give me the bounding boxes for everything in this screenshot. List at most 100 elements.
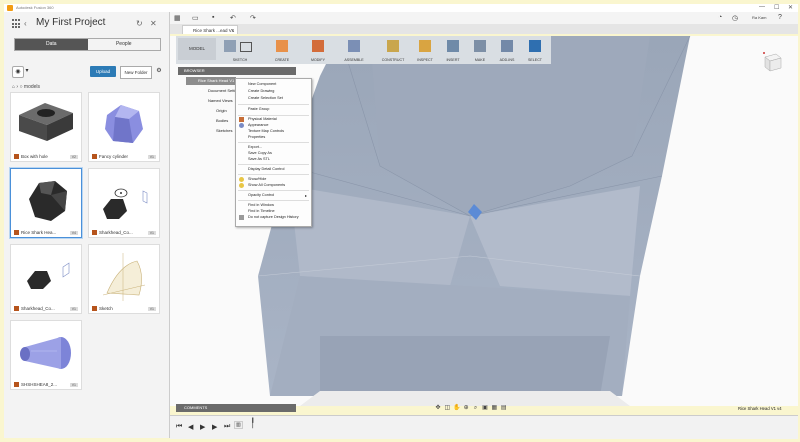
menu-item-save-as-stl[interactable]: Save As STL	[248, 157, 270, 161]
menu-separator	[238, 142, 309, 143]
data-panel-toolbar: ◉ ▾ Upload New Folder ⚙	[12, 66, 164, 79]
menu-item-appearance[interactable]: Appearance	[248, 123, 268, 127]
make-group[interactable]: MAKE	[468, 38, 492, 62]
timeline-feature-icon[interactable]: ▥	[234, 421, 243, 429]
browser-row-bodies[interactable]: Bodies	[186, 117, 228, 125]
menu-item-save-copy-as[interactable]: Save Copy As	[248, 151, 272, 155]
display-settings-icon[interactable]: ▣	[481, 404, 489, 411]
browser-row-named-views[interactable]: Named Views	[186, 97, 233, 105]
construct-group[interactable]: CONSTRUCT	[374, 38, 412, 62]
data-item-fancy-cylinder[interactable]: Fancy cylinder V1	[88, 92, 160, 162]
menu-item-find-in-window[interactable]: Find in Window	[248, 203, 274, 207]
orbit-icon[interactable]: ✥	[434, 404, 442, 411]
step-back-icon[interactable]: ◀	[188, 423, 193, 431]
go-to-end-icon[interactable]: ⏭	[224, 423, 230, 431]
grid-settings-icon[interactable]: ▦	[490, 404, 498, 411]
play-icon[interactable]: ▶	[200, 423, 205, 431]
user-name[interactable]: Ra Kam	[752, 15, 766, 20]
menu-item-new-component[interactable]: New Component	[248, 82, 276, 86]
rectangle-icon	[240, 42, 252, 52]
data-item-label: Box with hole	[21, 154, 48, 159]
data-item-rice-shark-head[interactable]: Rice Shark Hea... V4	[10, 168, 82, 238]
select-group[interactable]: SELECT	[522, 38, 548, 62]
menu-item-texture-map-controls[interactable]: Texture Map Controls	[248, 129, 284, 133]
file-menu-icon[interactable]: ▭	[192, 14, 199, 22]
sketch-group[interactable]: SKETCH	[220, 38, 260, 62]
maximize-button[interactable]: ☐	[774, 4, 779, 11]
data-item-sharkhead-co-1[interactable]: Sharkhead_Co... V1	[88, 168, 160, 238]
zoom-icon[interactable]: ⊕	[462, 404, 470, 411]
menu-item-create-selection-set[interactable]: Create Selection Set	[248, 96, 283, 100]
menu-item-show-all-components[interactable]: Show All Components	[248, 183, 285, 187]
close-window-button[interactable]: ✕	[788, 4, 793, 11]
design-type-icon	[92, 230, 97, 235]
browser-row-origin[interactable]: Origin	[186, 107, 227, 115]
close-tab-icon[interactable]: ×	[231, 26, 234, 35]
job-status-icon[interactable]: ◔	[718, 14, 722, 21]
menu-item-export[interactable]: Export...	[248, 145, 262, 149]
chevron-left-icon[interactable]: ‹	[24, 19, 27, 28]
workspace-switcher[interactable]: MODEL	[178, 38, 216, 60]
help-icon[interactable]: ?	[778, 14, 782, 21]
inspect-group[interactable]: INSPECT	[412, 38, 438, 62]
step-forward-icon[interactable]: ▶	[212, 423, 217, 431]
look-at-icon[interactable]: ◫	[443, 404, 451, 411]
physical-material-icon	[239, 117, 244, 122]
data-item-label: Sharkhead_Co...	[99, 230, 133, 235]
project-home-icon[interactable]: ⌂	[12, 84, 15, 90]
breadcrumb-folder[interactable]: models	[24, 84, 40, 90]
save-icon[interactable]: ▪	[212, 14, 214, 21]
chevron-down-icon[interactable]: ▾	[24, 66, 30, 76]
tab-people[interactable]: People	[88, 39, 161, 50]
undo-icon[interactable]: ↶	[230, 14, 236, 22]
document-tab[interactable]: Rice Shark ...ead V1 v4 ×	[182, 25, 238, 42]
pan-icon[interactable]: ✋	[453, 404, 461, 411]
data-item-shshshea8[interactable]: SHSHSHEA8_2... V1	[10, 320, 82, 390]
insert-group-label: INSERT	[446, 58, 460, 62]
menu-item-properties[interactable]: Properties	[248, 135, 265, 139]
new-folder-button[interactable]: New Folder	[120, 66, 152, 79]
comments-panel-header[interactable]: COMMENTS	[176, 404, 296, 412]
menu-item-show-hide[interactable]: Show/Hide	[248, 177, 266, 181]
menu-item-do-not-capture-history[interactable]: Do not capture Design History	[248, 215, 299, 219]
grid-menu-icon[interactable]	[12, 19, 22, 29]
view-toggle-icon[interactable]: ◉	[12, 66, 24, 78]
menu-item-physical-material[interactable]: Physical Material	[248, 117, 277, 121]
insert-group[interactable]: INSERT	[440, 38, 466, 62]
view-cube[interactable]	[762, 51, 784, 73]
refresh-icon[interactable]: ↻	[136, 19, 143, 28]
viewports-icon[interactable]: ▤	[500, 404, 508, 411]
settings-gear-icon[interactable]: ⚙	[154, 66, 164, 76]
redo-icon[interactable]: ↷	[250, 14, 256, 22]
data-item-box-with-hole[interactable]: Box with hole V2	[10, 92, 82, 162]
add-ins-group[interactable]: ADD-INS	[494, 38, 520, 62]
timeline-marker-icon[interactable]: ╿	[250, 418, 255, 429]
design-type-icon	[92, 154, 97, 159]
browser-header[interactable]: BROWSER	[178, 67, 296, 75]
menu-item-opacity-control[interactable]: Opacity Control	[248, 193, 274, 197]
menu-item-find-in-timeline[interactable]: Find in Timeline	[248, 209, 275, 213]
assemble-group[interactable]: ASSEMBLE	[336, 38, 372, 62]
browser-row-sketches[interactable]: Sketches	[186, 127, 232, 135]
create-group[interactable]: CREATE	[266, 38, 298, 62]
submenu-arrow-icon: ▸	[305, 194, 307, 198]
tab-data[interactable]: Data	[15, 39, 88, 50]
appearance-icon	[239, 123, 244, 128]
upload-button[interactable]: Upload	[90, 66, 116, 77]
browser-root-row[interactable]: Rice Shark Head V1 v4	[186, 77, 236, 91]
data-item-sketch[interactable]: Sketch V1	[88, 244, 160, 314]
menu-item-create-drawing[interactable]: Create Drawing	[248, 89, 274, 93]
data-item-sharkhead-co-2[interactable]: Sharkhead_Co... V1	[10, 244, 82, 314]
modify-group[interactable]: MODIFY	[302, 38, 334, 62]
fit-icon[interactable]: ⌕	[472, 405, 480, 412]
menu-item-paste-group[interactable]: Paste Group	[248, 107, 269, 111]
data-panel-grid-icon[interactable]: ▦	[174, 14, 181, 22]
minimize-button[interactable]: —	[759, 4, 765, 10]
notifications-icon[interactable]: ◷	[732, 14, 738, 22]
close-panel-icon[interactable]: ✕	[150, 19, 157, 28]
go-to-start-icon[interactable]: ⏮	[176, 423, 182, 431]
menu-item-display-detail-control[interactable]: Display Detail Control	[248, 167, 285, 171]
sharkhead-thumbnail	[27, 262, 70, 289]
sharkhead-assembly-thumbnail	[103, 188, 148, 219]
browser-row-document-settings[interactable]: Document Settings	[186, 87, 242, 95]
